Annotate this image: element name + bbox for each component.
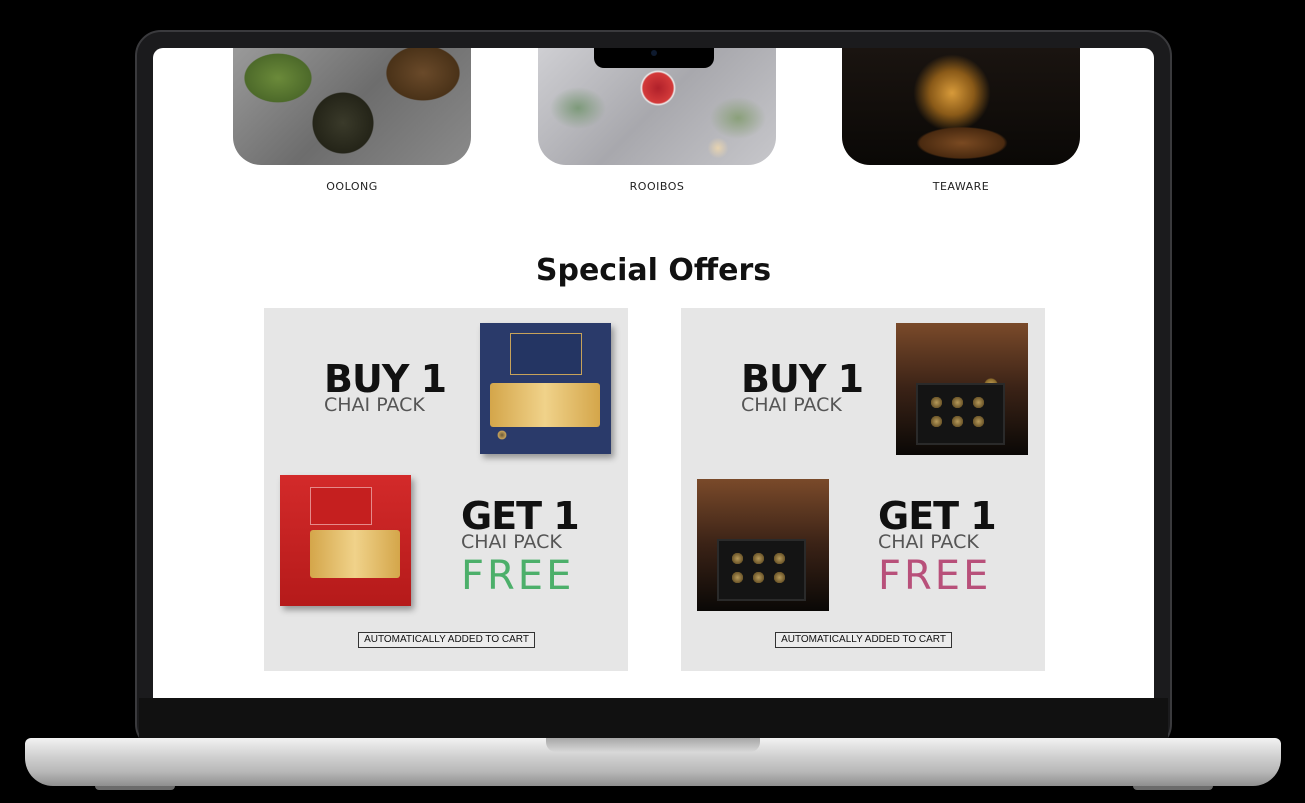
buy-subtitle: CHAI PACK <box>741 394 842 416</box>
laptop-opening-groove <box>546 738 760 752</box>
category-label-oolong[interactable]: OOLONG <box>233 180 471 193</box>
auto-added-badge: AUTOMATICALLY ADDED TO CART <box>775 632 952 648</box>
free-label: FREE <box>461 553 575 599</box>
product-image-blue-gift-box[interactable] <box>480 323 611 454</box>
buy-title: BUY 1 <box>741 357 864 401</box>
category-label-teaware[interactable]: TEAWARE <box>842 180 1080 193</box>
category-label-rooibos[interactable]: ROOIBOS <box>538 180 776 193</box>
product-image-black-tea-chest[interactable] <box>697 479 829 611</box>
get-subtitle: CHAI PACK <box>461 531 562 553</box>
get-title: GET 1 <box>878 494 997 538</box>
get-subtitle: CHAI PACK <box>878 531 979 553</box>
buy-title: BUY 1 <box>324 357 447 401</box>
camera-icon <box>651 50 657 56</box>
product-image-red-gift-box[interactable] <box>280 475 411 606</box>
laptop-screen: OOLONG ROOIBOS TEAWARE Special Offers BU… <box>153 48 1154 698</box>
buy-subtitle: CHAI PACK <box>324 394 425 416</box>
category-image-teaware[interactable] <box>842 48 1080 165</box>
get-title: GET 1 <box>461 494 580 538</box>
offer-card-chai-pack[interactable]: BUY 1 CHAI PACK GET 1 CHAI PACK FREE AUT… <box>264 308 628 671</box>
section-title: Special Offers <box>535 253 772 288</box>
auto-added-badge: AUTOMATICALLY ADDED TO CART <box>358 632 535 648</box>
category-image-oolong[interactable] <box>233 48 471 165</box>
laptop-chin <box>139 698 1168 738</box>
laptop-foot-left <box>95 786 175 790</box>
product-image-black-tea-chest[interactable] <box>896 323 1028 455</box>
free-label: FREE <box>878 553 992 599</box>
offer-card-premium-pack[interactable]: BUY 1 CHAI PACK GET 1 CHAI PACK FREE AUT… <box>681 308 1045 671</box>
laptop-foot-right <box>1133 786 1213 790</box>
